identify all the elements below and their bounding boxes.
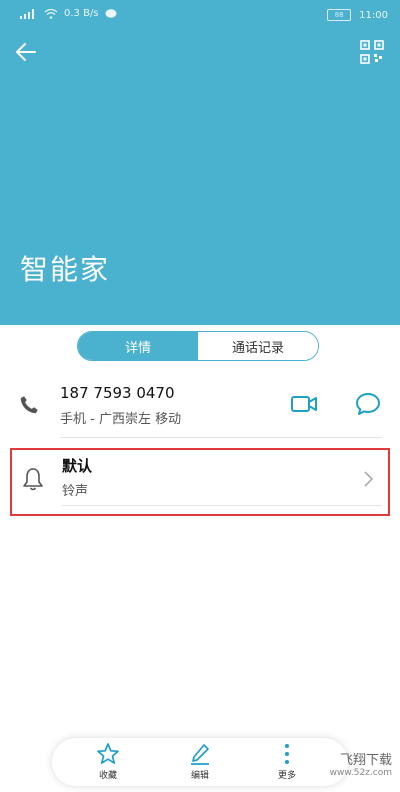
pen-icon xyxy=(191,744,209,765)
qr-code-icon[interactable] xyxy=(360,40,384,64)
divider xyxy=(62,505,382,506)
watermark-url: www.52z.com xyxy=(329,768,392,778)
message-icon[interactable] xyxy=(355,391,381,417)
watermark-brand: 飞翔下载 xyxy=(339,753,392,768)
video-call-icon[interactable] xyxy=(290,392,318,416)
tab-call-log[interactable]: 通话记录 xyxy=(198,332,318,360)
ringtone-row[interactable]: 默认 铃声 xyxy=(10,448,390,516)
wifi-icon xyxy=(44,8,58,19)
contact-header: 0.3 B/s 88 11:00 智能家 xyxy=(0,0,400,325)
site-watermark: 飞翔下载 www.52z.com xyxy=(330,749,392,778)
chevron-right-icon xyxy=(364,471,374,487)
chat-bubble-icon xyxy=(105,8,117,18)
tab-details[interactable]: 详情 xyxy=(78,332,198,360)
back-arrow-icon[interactable] xyxy=(12,38,40,66)
favorite-label: 收藏 xyxy=(98,771,117,781)
phone-number: 187 7593 0470 xyxy=(60,384,175,402)
phone-icon xyxy=(20,396,38,414)
phone-location: 手机 - 广西崇左 移动 xyxy=(60,412,182,427)
more-label: 更多 xyxy=(277,771,296,781)
clock: 11:00 xyxy=(359,9,388,21)
bell-icon xyxy=(23,468,43,491)
edit-label: 编辑 xyxy=(190,771,209,781)
bottom-action-bar: 收藏 编辑 更多 xyxy=(52,738,348,786)
contact-name: 智能家 xyxy=(20,253,111,286)
ringtone-label: 铃声 xyxy=(62,484,89,499)
favorite-button[interactable]: 收藏 xyxy=(78,742,138,782)
more-button[interactable]: 更多 xyxy=(257,742,317,782)
network-speed: 0.3 B/s xyxy=(64,8,99,19)
more-vertical-icon xyxy=(285,744,289,764)
battery-indicator: 88 xyxy=(327,9,352,21)
signal-icon xyxy=(20,8,34,19)
status-right: 88 11:00 xyxy=(327,9,388,21)
detail-tabs: 详情 通话记录 xyxy=(77,331,319,361)
ringtone-value: 默认 xyxy=(62,457,93,475)
phone-number-row[interactable]: 187 7593 0470 手机 - 广西崇左 移动 xyxy=(0,376,400,436)
divider xyxy=(60,437,382,438)
star-icon xyxy=(97,743,119,764)
status-indicators: 0.3 B/s xyxy=(20,8,117,19)
edit-button[interactable]: 编辑 xyxy=(170,742,230,782)
status-bar: 0.3 B/s 88 11:00 xyxy=(0,0,400,32)
